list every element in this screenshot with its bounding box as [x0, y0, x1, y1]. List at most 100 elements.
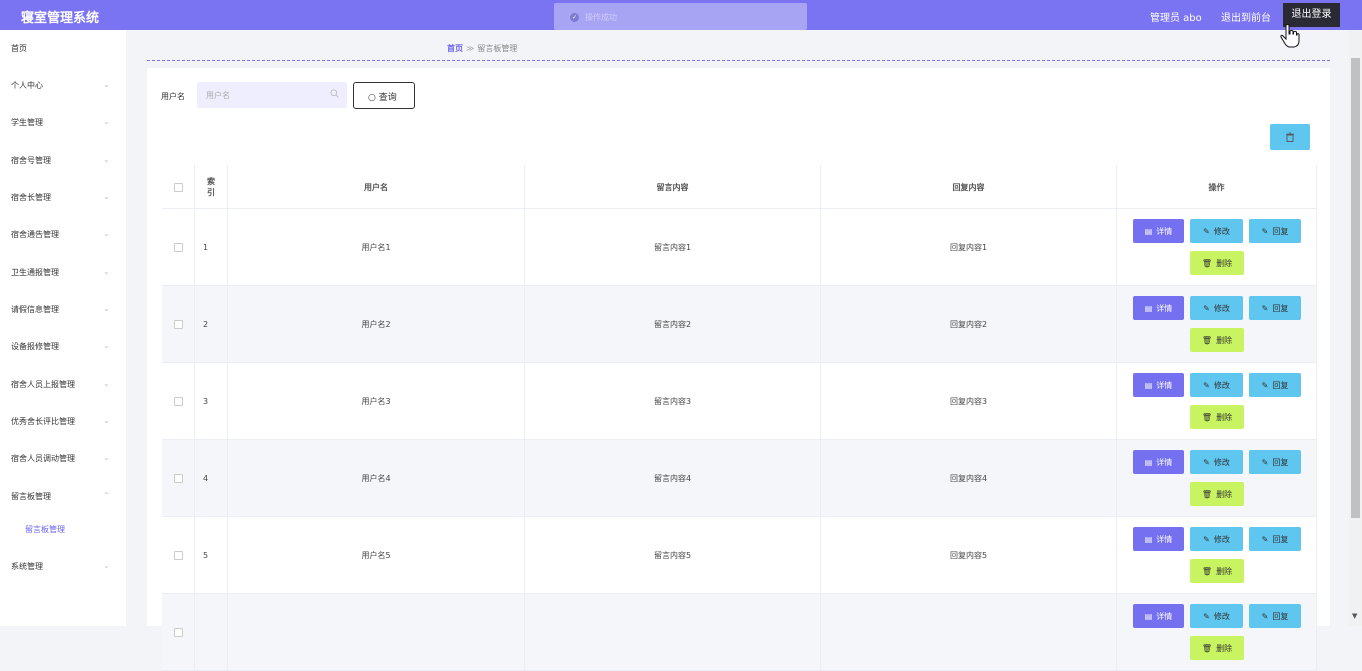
detail-button-label: 详情 — [1156, 611, 1173, 621]
edit-button[interactable]: ✎ 修改 — [1190, 296, 1243, 320]
edit-button[interactable]: ✎ 修改 — [1190, 450, 1243, 474]
query-button[interactable]: ○ 查询 — [353, 82, 415, 109]
sidebar-item[interactable]: 宿舍号管理 ⌄ — [0, 152, 126, 172]
delete-button[interactable]: 🗑 删除 — [1190, 482, 1244, 506]
actions-cell: ▤ 详情 ✎ 修改 ✎ 回复 🗑 删除 — [1117, 209, 1317, 286]
query-button-label: 查询 — [378, 93, 397, 103]
table-cell-reply — [821, 594, 1117, 671]
edit-button[interactable]: ✎ 修改 — [1190, 373, 1243, 397]
table-cell-username — [228, 594, 525, 671]
reply-button[interactable]: ✎ 回复 — [1249, 604, 1301, 628]
breadcrumb-home[interactable]: 首页 — [447, 44, 463, 53]
chevron-icon: ⌄ — [103, 192, 110, 201]
sidebar-item[interactable]: 卫生通报管理 ⌄ — [0, 264, 126, 284]
back-to-front-link[interactable]: 退出到前台 — [1221, 9, 1271, 24]
scrollbar-thumb[interactable] — [1351, 58, 1360, 518]
sidebar-item[interactable]: 留言板管理 ⌃ — [0, 488, 126, 508]
sidebar-item[interactable]: 设备报修管理 ⌄ — [0, 338, 126, 358]
row-checkbox[interactable] — [173, 243, 183, 252]
delete-button-label: 删除 — [1216, 258, 1233, 268]
table-row: ▤ 详情 ✎ 修改 ✎ 回复 🗑 删除 — [162, 594, 1317, 671]
table-row: 2 用户名2 留言内容2 回复内容2 ▤ 详情 ✎ 修改 ✎ 回复 🗑 删除 — [162, 286, 1317, 363]
detail-button[interactable]: ▤ 详情 — [1133, 604, 1184, 628]
table-cell-reply: 回复内容5 — [821, 517, 1117, 594]
breadcrumb: 首页 ≫ 留言板管理 — [447, 43, 517, 54]
row-checkbox[interactable] — [173, 320, 183, 329]
detail-button-label: 详情 — [1156, 457, 1173, 467]
sidebar-item[interactable]: 宿舍长管理 ⌄ — [0, 189, 126, 209]
sidebar-item-label: 学生管理 — [11, 118, 43, 127]
delete-button[interactable]: 🗑 删除 — [1190, 405, 1244, 429]
reply-button[interactable]: ✎ 回复 — [1249, 373, 1301, 397]
reply-button[interactable]: ✎ 回复 — [1249, 527, 1301, 551]
delete-button[interactable]: 🗑 删除 — [1190, 328, 1244, 352]
sidebar-item[interactable]: 请假信息管理 ⌄ — [0, 301, 126, 321]
sidebar-item[interactable]: 学生管理 ⌄ — [0, 114, 126, 134]
search-input[interactable] — [197, 82, 347, 108]
sidebar-item[interactable]: 优秀舍长评比管理 ⌄ — [0, 413, 126, 433]
chevron-icon: ⌄ — [103, 416, 110, 425]
batch-delete-button[interactable] — [1270, 124, 1310, 150]
search-icon: ○ — [368, 93, 376, 103]
app-title: 寝室管理系统 — [21, 11, 100, 26]
scroll-down-arrow-icon[interactable]: ▼ — [1352, 612, 1357, 620]
table-cell-reply: 回复内容2 — [821, 286, 1117, 363]
reply-button[interactable]: ✎ 回复 — [1249, 450, 1301, 474]
row-checkbox[interactable] — [173, 397, 183, 406]
sidebar-item-label: 设备报修管理 — [11, 342, 59, 351]
edit-icon: ✎ — [1261, 303, 1269, 313]
edit-button[interactable]: ✎ 修改 — [1190, 527, 1243, 551]
table-cell-index: 1 — [195, 209, 228, 286]
search-label: 用户名 — [161, 92, 185, 101]
table-row: 5 用户名5 留言内容5 回复内容5 ▤ 详情 ✎ 修改 ✎ 回复 🗑 删除 — [162, 517, 1317, 594]
detail-button[interactable]: ▤ 详情 — [1133, 373, 1184, 397]
sidebar-item[interactable]: 系统管理 ⌄ — [0, 558, 126, 578]
detail-button[interactable]: ▤ 详情 — [1133, 296, 1184, 320]
column-header: 留言内容 — [525, 165, 821, 209]
row-select-cell — [162, 594, 195, 671]
toast-message: 操作成功 — [585, 13, 617, 22]
actions-cell: ▤ 详情 ✎ 修改 ✎ 回复 🗑 删除 — [1117, 440, 1317, 517]
reply-button[interactable]: ✎ 回复 — [1249, 296, 1301, 320]
table-row: 4 用户名4 留言内容4 回复内容4 ▤ 详情 ✎ 修改 ✎ 回复 🗑 删除 — [162, 440, 1317, 517]
breadcrumb-current: 留言板管理 — [477, 44, 518, 53]
sidebar-item[interactable]: 首页 — [0, 40, 126, 60]
row-checkbox[interactable] — [173, 551, 183, 560]
trash-icon: 🗑 — [1201, 489, 1213, 499]
detail-button-label: 详情 — [1156, 303, 1173, 313]
delete-button[interactable]: 🗑 删除 — [1190, 251, 1244, 275]
detail-button[interactable]: ▤ 详情 — [1133, 527, 1184, 551]
admin-label: 管理员 abo — [1150, 13, 1202, 24]
edit-button[interactable]: ✎ 修改 — [1190, 604, 1243, 628]
sidebar-item[interactable]: 宿舍人员调动管理 ⌄ — [0, 450, 126, 470]
edit-icon: ✎ — [1203, 380, 1210, 390]
submenu-item-message-board[interactable]: 留言板管理 — [25, 524, 65, 535]
reply-button-label: 回复 — [1272, 380, 1289, 390]
document-icon: ▤ — [1144, 380, 1153, 390]
sidebar-item[interactable]: 个人中心 ⌄ — [0, 77, 126, 97]
row-checkbox[interactable] — [173, 474, 183, 483]
document-icon: ▤ — [1144, 534, 1153, 544]
select-all-checkbox[interactable] — [173, 182, 183, 192]
document-icon: ▤ — [1144, 611, 1153, 621]
reply-button-label: 回复 — [1272, 457, 1289, 467]
trash-icon: 🗑 — [1201, 258, 1213, 268]
sidebar-item[interactable]: 宿舍人员上报管理 ⌄ — [0, 376, 126, 396]
table-cell-message: 留言内容2 — [525, 286, 821, 363]
select-all-cell[interactable] — [162, 165, 195, 209]
table-cell-reply: 回复内容1 — [821, 209, 1117, 286]
scrollbar[interactable]: ▼ — [1349, 30, 1362, 626]
reply-button[interactable]: ✎ 回复 — [1249, 219, 1301, 243]
delete-button[interactable]: 🗑 删除 — [1190, 559, 1244, 583]
table-cell-message — [525, 594, 821, 671]
sidebar-item-label: 宿舍长管理 — [11, 193, 51, 202]
chevron-icon: ⌄ — [103, 453, 110, 462]
edit-button[interactable]: ✎ 修改 — [1190, 219, 1243, 243]
detail-button[interactable]: ▤ 详情 — [1133, 450, 1184, 474]
row-checkbox[interactable] — [173, 628, 183, 637]
divider — [147, 60, 1330, 61]
detail-button[interactable]: ▤ 详情 — [1133, 219, 1184, 243]
sidebar-item[interactable]: 宿舍通告管理 ⌄ — [0, 226, 126, 246]
delete-button[interactable]: 🗑 删除 — [1190, 636, 1244, 660]
edit-icon: ✎ — [1261, 226, 1269, 236]
